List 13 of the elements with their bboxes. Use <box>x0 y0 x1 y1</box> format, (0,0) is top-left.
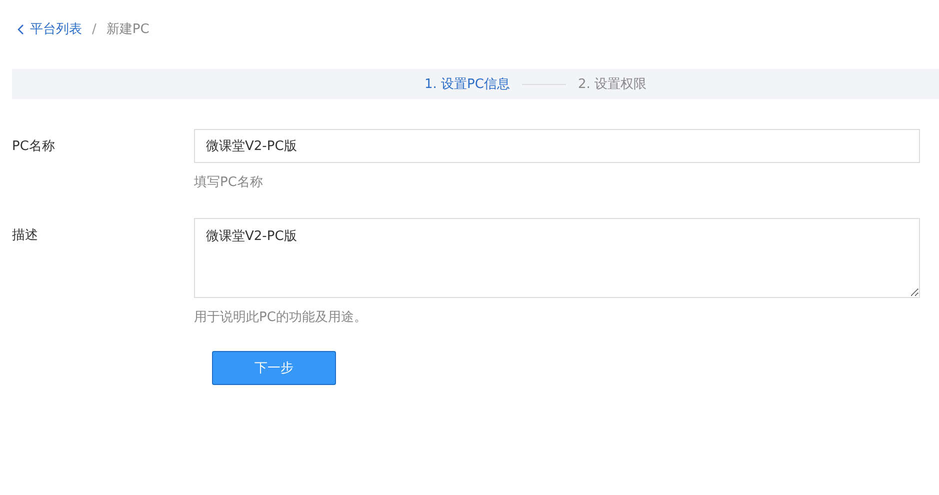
breadcrumb-separator: / <box>92 22 96 36</box>
breadcrumb-current: 新建PC <box>106 21 150 38</box>
step[interactable]: 2. 设置权限 <box>578 75 646 93</box>
next-button[interactable]: 下一步 <box>212 351 336 385</box>
hint-text: 填写PC名称 <box>194 176 264 190</box>
textarea-field[interactable]: 微课堂V2-PC版 <box>194 218 920 298</box>
back-link[interactable]: 平台列表 <box>17 20 82 38</box>
input-field[interactable]: 微课堂V2-PC版 <box>194 129 920 163</box>
chevron-left-icon <box>17 24 24 34</box>
field-label: PC名称 <box>12 138 56 156</box>
hint-text: 用于说明此PC的功能及用途。 <box>194 311 368 325</box>
field-label: 描述 <box>12 227 39 245</box>
step[interactable]: 1. 设置PC信息 <box>424 75 510 93</box>
